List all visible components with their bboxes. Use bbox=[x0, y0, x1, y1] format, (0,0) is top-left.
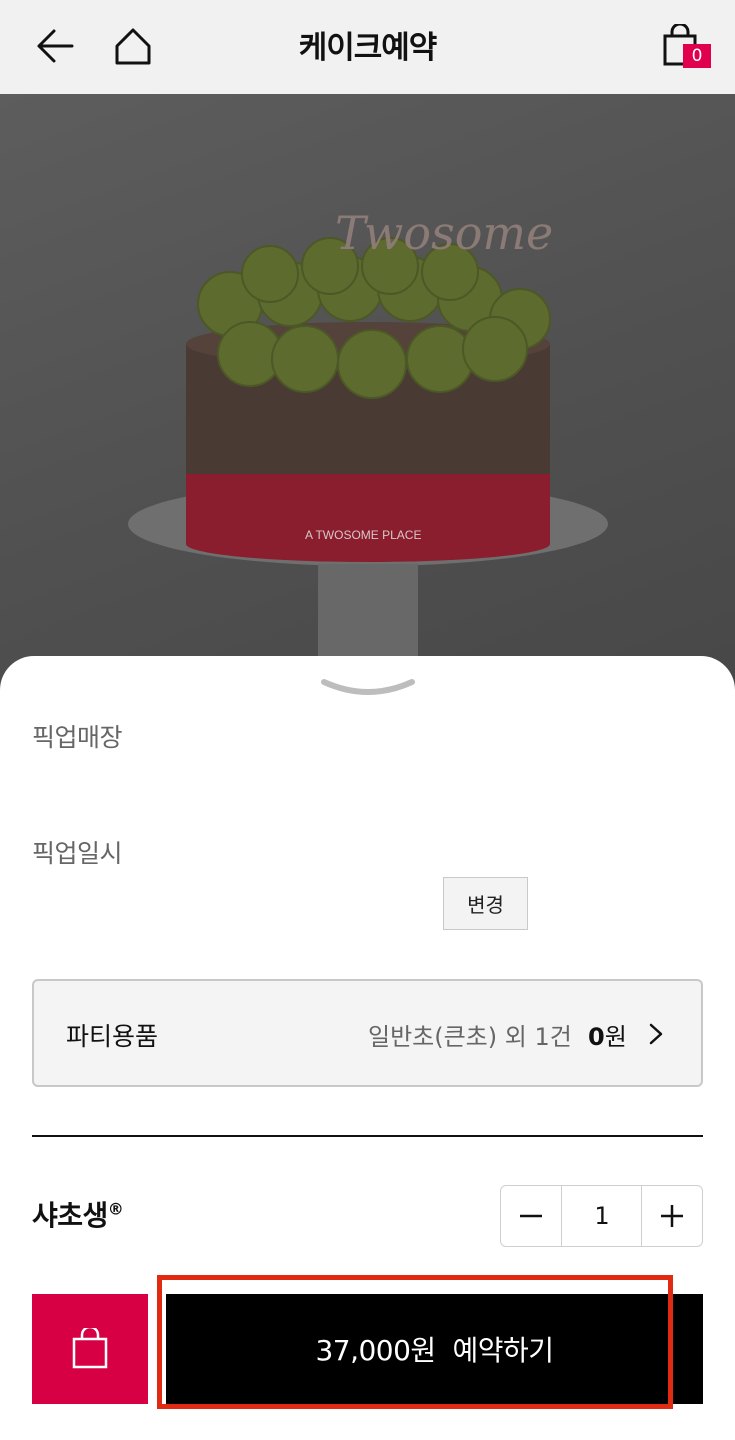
party-goods-price-number: 0 bbox=[588, 1023, 605, 1051]
party-goods-label: 파티용품 bbox=[66, 1022, 159, 1051]
cake-illustration: A TWOSOME PLACE Twosome bbox=[128, 206, 608, 714]
chevron-right-icon bbox=[646, 1019, 666, 1049]
minus-icon bbox=[520, 1214, 542, 1218]
product-name-text: 샤초생 bbox=[32, 1199, 108, 1232]
section-divider bbox=[32, 1135, 703, 1137]
pickup-store-label: 픽업매장 bbox=[32, 723, 123, 752]
reservation-sheet: 픽업매장 픽업일시 변경 파티용품 일반초(큰초) 외 1건 0원 샤초생® 1… bbox=[0, 656, 735, 1440]
page-title: 케이크예약 bbox=[298, 30, 438, 66]
add-to-cart-button[interactable] bbox=[32, 1294, 148, 1404]
plus-icon bbox=[661, 1205, 683, 1227]
quantity-value: 1 bbox=[594, 1202, 610, 1230]
quantity-stepper: 1 bbox=[500, 1185, 703, 1247]
product-name: 샤초생® bbox=[32, 1194, 124, 1234]
change-pickup-button[interactable]: 변경 bbox=[443, 877, 528, 930]
product-image: A TWOSOME PLACE Twosome bbox=[0, 94, 735, 714]
cart-count-badge: 0 bbox=[683, 44, 711, 68]
party-goods-price-unit: 원 bbox=[604, 1023, 627, 1051]
ribbon-text: A TWOSOME PLACE bbox=[305, 528, 421, 542]
registered-mark: ® bbox=[107, 1199, 124, 1219]
app-header: 케이크예약 0 bbox=[0, 0, 735, 94]
shopping-bag-icon bbox=[72, 1328, 108, 1369]
collapse-chevron-icon[interactable] bbox=[318, 674, 418, 704]
party-goods-summary: 일반초(큰초) 외 1건 bbox=[368, 1023, 572, 1051]
increase-quantity-button[interactable] bbox=[641, 1186, 702, 1246]
decrease-quantity-button[interactable] bbox=[501, 1186, 562, 1246]
reserve-button[interactable]: 37,000원 예약하기 bbox=[166, 1294, 703, 1404]
party-goods-selector[interactable]: 파티용품 일반초(큰초) 외 1건 0원 bbox=[32, 979, 703, 1087]
cake-topper-text: Twosome bbox=[335, 206, 553, 260]
party-goods-price: 0원 bbox=[588, 1017, 627, 1052]
pickup-datetime-label: 픽업일시 bbox=[32, 839, 123, 868]
